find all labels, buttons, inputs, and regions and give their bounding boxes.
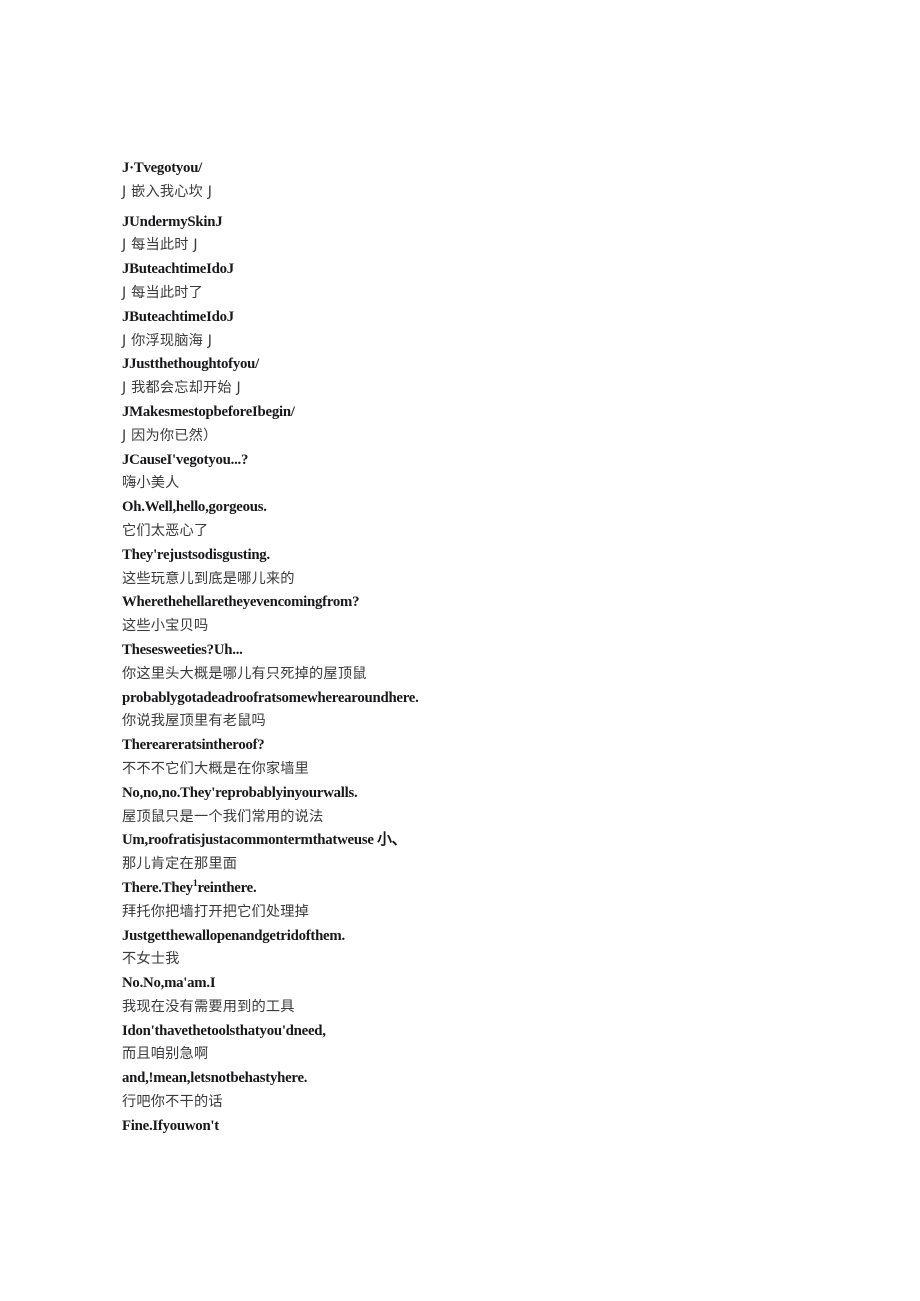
transcript-line: JJustthethoughtofyou/ [122,356,259,373]
transcript-line: Idon'thavethetoolsthatyou'dneed, [122,1022,326,1039]
transcript-line: 不不不它们大概是在你家墙里 [122,760,310,777]
transcript-line: JButeachtimeIdoJ [122,308,234,325]
transcript-line: Justgetthewallopenandgetridofthem. [122,927,345,944]
transcript-line: 它们太恶心了 [122,522,209,539]
transcript-line: Um,roofratisjustacommontermthatweuse 小、 [122,832,407,849]
transcript-line: 行吧你不干的话 [122,1094,223,1111]
transcript-line: J·Tvegotyou/ [122,160,203,176]
transcript-line: Oh.Well,hello,gorgeous. [122,499,267,516]
transcript-line: No,no,no.They'reprobablyinyourwalls. [122,784,358,801]
transcript-line: Fine.Ifyouwon't [122,1117,219,1134]
transcript-line: 那儿肯定在那里面 [122,856,238,873]
transcript-line: 不女士我 [122,951,180,968]
transcript-line: J 嵌入我心坎 J [122,183,213,200]
transcript-line-text: There.They [122,879,193,896]
transcript-line: 屋顶鼠只是一个我们常用的说法 [122,808,324,825]
transcript-line: 你说我屋顶里有老鼠吗 [122,713,266,730]
transcript-line: J 每当此时了 [122,284,204,301]
transcript-line: There.They1reinthere. [122,877,882,901]
transcript-line: 我现在没有需要用到的工具 [122,998,295,1015]
transcript-line: probablygotadeadroofratsomewherearoundhe… [122,689,419,706]
transcript-line: JButeachtimeIdoJ [122,261,234,278]
transcript-line: Thesesweeties?Uh... [122,641,243,658]
transcript-line: and,!mean,letsnotbehastyhere. [122,1070,308,1087]
transcript-line: No.No,ma'am.I [122,975,216,992]
transcript-line: Thereareratsintheroof? [122,737,265,754]
document-page: J·Tvegotyou/J 嵌入我心坎 J JUndermySkinJ J 每当此时… [0,0,920,1301]
transcript-line: Wherethehellaretheyevencomingfrom? [122,594,360,611]
transcript-line: 拜托你把墙打开把它们处理掉 [122,903,310,920]
transcript-line: JMakesmestopbeforeIbegin/ [122,403,295,420]
transcript-line: 这些小宝贝吗 [122,618,209,635]
transcript-line: J 你浮现脑海 J [122,332,213,349]
transcript-line: 而且咱别急啊 [122,1046,209,1063]
transcript-line: J 每当此时 J [122,237,198,254]
transcript-line: J 因为你已然） [122,427,218,444]
transcript-line: JUndermySkinJ [122,213,223,230]
transcript-line: 这些玩意儿到底是哪儿来的 [122,570,295,587]
transcript-line: 你这里头大概是哪儿有只死掉的屋顶鼠 [122,665,367,682]
transcript-line: They'rejustsodisgusting. [122,546,270,563]
transcript-line: JCauseI'vegotyou...? [122,451,249,468]
transcript-line: J 我都会忘却开始 J [122,380,241,397]
transcript-text-column: J·Tvegotyou/J 嵌入我心坎 J JUndermySkinJ J 每当此时… [122,157,882,1139]
transcript-line: 嗨小美人 [122,475,180,492]
transcript-line-suffix: reinthere. [197,879,257,896]
